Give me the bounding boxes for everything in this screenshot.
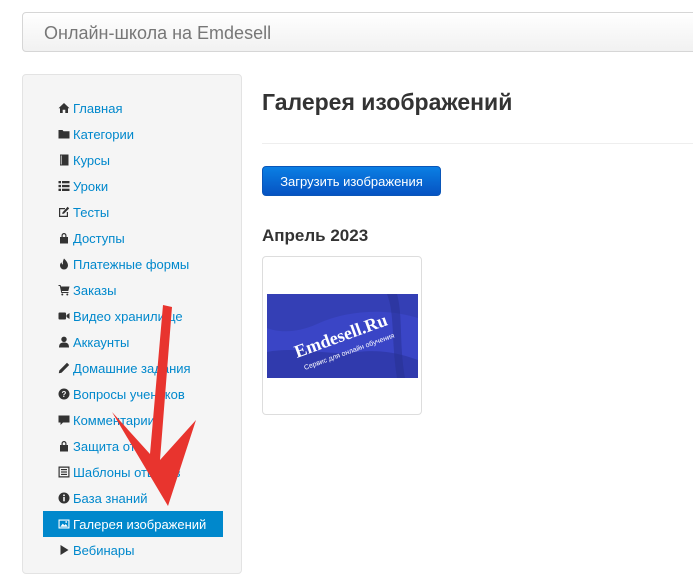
sidebar-item-label: База знаний <box>73 490 148 506</box>
sidebar-item-accounts[interactable]: Аккаунты <box>43 329 223 355</box>
sidebar-item-label: Аккаунты <box>73 334 130 350</box>
sidebar-item-label: Заказы <box>73 282 117 298</box>
sidebar-item-label: Защита от <box>73 438 136 454</box>
sidebar-item-access[interactable]: Доступы <box>43 225 223 251</box>
cart-icon <box>58 284 70 296</box>
sidebar-item-label: Видео хранилище <box>73 308 183 324</box>
title-divider <box>262 143 693 144</box>
sidebar-item-label: Доступы <box>73 230 125 246</box>
sidebar-item-label: Комментарии <box>73 412 155 428</box>
sidebar-item-label: Курсы <box>73 152 111 168</box>
sidebar-item-label: Вебинары <box>73 542 135 558</box>
sidebar-item-courses[interactable]: Курсы <box>43 147 223 173</box>
gallery-thumbnail[interactable]: Emdesell.Ru Сервис для онлайн обучения <box>262 256 422 415</box>
list-icon <box>58 180 70 192</box>
video-icon <box>58 310 70 322</box>
book-icon <box>58 154 70 166</box>
thumbnail-image: Emdesell.Ru Сервис для онлайн обучения <box>267 294 418 378</box>
sidebar: Главная Категории Курсы Уроки Тесты Дост… <box>22 74 242 574</box>
sidebar-nav: Главная Категории Курсы Уроки Тесты Дост… <box>43 95 223 563</box>
main-content: Галерея изображений Загрузить изображени… <box>262 0 693 562</box>
play-icon <box>58 544 70 556</box>
sidebar-item-lessons[interactable]: Уроки <box>43 173 223 199</box>
sidebar-item-payment-forms[interactable]: Платежные формы <box>43 251 223 277</box>
picture-icon <box>58 518 70 530</box>
template-icon <box>58 466 70 478</box>
sidebar-item-orders[interactable]: Заказы <box>43 277 223 303</box>
question-icon: ? <box>58 388 70 400</box>
folder-icon <box>58 128 70 140</box>
sidebar-item-label: Главная <box>73 100 123 116</box>
sidebar-item-homework[interactable]: Домашние задания <box>43 355 223 381</box>
sidebar-item-home[interactable]: Главная <box>43 95 223 121</box>
pencil-icon <box>58 362 70 374</box>
sidebar-item-categories[interactable]: Категории <box>43 121 223 147</box>
sidebar-item-knowledge-base[interactable]: База знаний <box>43 485 223 511</box>
upload-images-button[interactable]: Загрузить изображения <box>262 166 441 196</box>
lock-icon <box>58 440 70 452</box>
sidebar-item-label: Домашние задания <box>73 360 191 376</box>
brand-link[interactable]: Онлайн-школа на Emdesell <box>44 23 271 44</box>
sidebar-item-video-storage[interactable]: Видео хранилище <box>43 303 223 329</box>
sidebar-item-label: Платежные формы <box>73 256 190 272</box>
sidebar-item-tests[interactable]: Тесты <box>43 199 223 225</box>
sidebar-item-student-questions[interactable]: ? Вопросы учеников <box>43 381 223 407</box>
month-heading: Апрель 2023 <box>262 226 369 245</box>
user-icon <box>58 336 70 348</box>
sidebar-item-answer-templates[interactable]: Шаблоны ответов <box>43 459 223 485</box>
sidebar-item-image-gallery[interactable]: Галерея изображений <box>43 511 223 537</box>
sidebar-item-webinars[interactable]: Вебинары <box>43 537 223 563</box>
info-icon <box>58 492 70 504</box>
sidebar-item-label: Вопросы учеников <box>73 386 185 402</box>
home-icon <box>58 102 70 114</box>
svg-text:?: ? <box>62 390 67 399</box>
sidebar-item-label: Категории <box>73 126 134 142</box>
sidebar-item-label: Уроки <box>73 178 109 194</box>
lock-icon <box>58 232 70 244</box>
sidebar-item-comments[interactable]: Комментарии <box>43 407 223 433</box>
sidebar-item-label: Галерея изображений <box>73 516 207 532</box>
sidebar-item-label: Шаблоны ответов <box>73 464 181 480</box>
page-title: Галерея изображений <box>262 89 513 115</box>
sidebar-item-protection[interactable]: Защита от <box>43 433 223 459</box>
fire-icon <box>58 258 70 270</box>
sidebar-item-label: Тесты <box>73 204 110 220</box>
edit-icon <box>58 206 70 218</box>
comment-icon <box>58 414 70 426</box>
